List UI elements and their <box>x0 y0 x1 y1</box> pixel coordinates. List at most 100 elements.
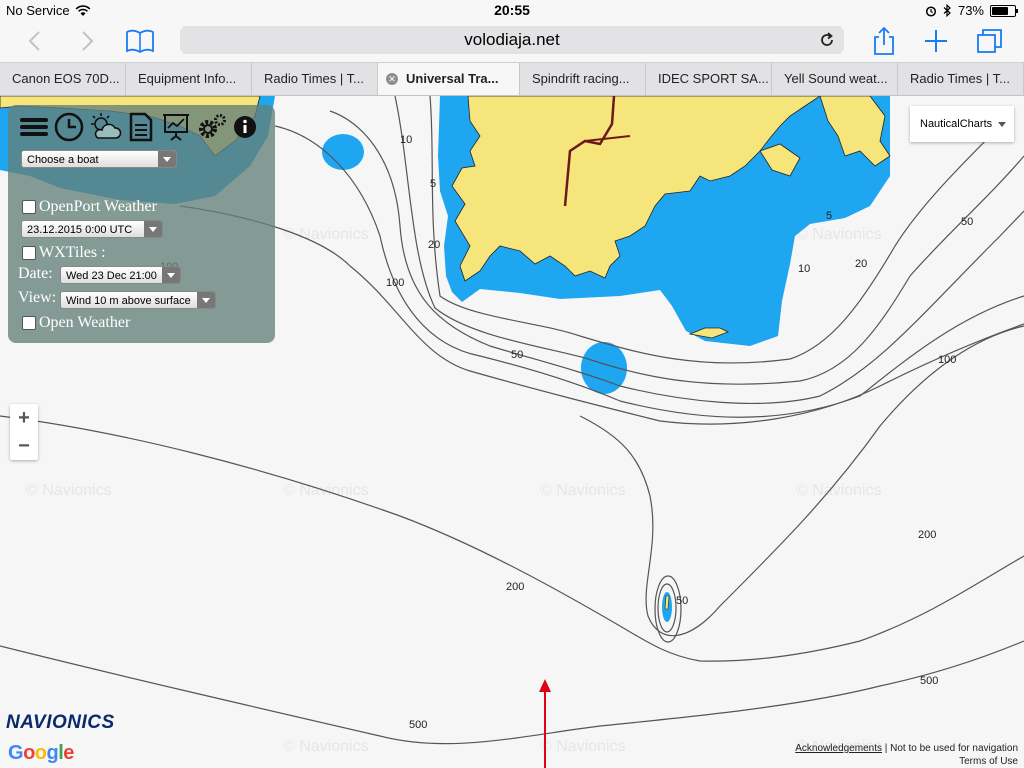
acknowledgements-link[interactable]: Acknowledgements <box>795 743 882 754</box>
contour-200-inner <box>579 325 1024 637</box>
menu-icon[interactable] <box>18 111 50 143</box>
google-logo-letter: o <box>23 742 35 764</box>
tab-label: Spindrift racing... <box>532 71 630 86</box>
view-select[interactable]: Wind 10 m above surface <box>60 291 216 309</box>
close-icon[interactable]: ✕ <box>386 73 398 85</box>
tab-bar: Canon EOS 70D... Equipment Info... Radio… <box>0 62 1024 96</box>
chevron-right-icon[interactable] <box>72 26 102 56</box>
depth-label: 200 <box>918 529 936 541</box>
chevron-down-icon <box>158 151 176 167</box>
battery-icon <box>990 4 1018 17</box>
wxtiles-checkbox[interactable]: WXTiles : <box>22 244 106 262</box>
google-logo-letter: g <box>46 742 59 764</box>
tab-label: Universal Tra... <box>406 71 499 86</box>
contour-500 <box>0 640 1024 745</box>
openport-date-value: 23.12.2015 0:00 UTC <box>27 224 133 236</box>
map-type-select[interactable]: NauticalCharts <box>910 106 1014 142</box>
gear-icon[interactable] <box>195 111 229 143</box>
zoom-out-button[interactable]: − <box>10 432 38 460</box>
chevron-down-icon <box>197 292 215 308</box>
panel-toolbar <box>18 111 258 143</box>
tab-equipment[interactable]: Equipment Info... <box>126 63 252 95</box>
document-icon[interactable] <box>125 111 157 143</box>
depth-label: 20 <box>855 258 867 270</box>
nautical-map[interactable]: © Navionics © Navionics © Navionics © Na… <box>0 96 1024 768</box>
checkbox-label: OpenPort Weather <box>39 198 157 215</box>
info-icon[interactable] <box>232 111 258 143</box>
tab-label: Canon EOS 70D... <box>12 71 120 86</box>
checkbox-box[interactable] <box>22 200 36 214</box>
battery-percent: 73% <box>957 3 984 18</box>
depth-label: 20 <box>428 239 440 251</box>
checkbox-label: Open Weather <box>39 314 131 331</box>
depth-label: 200 <box>506 581 524 593</box>
terms-of-use-link[interactable]: Terms of Use <box>795 755 1018 768</box>
tab-label: IDEC SPORT SA... <box>658 71 769 86</box>
status-bar: No Service 20:55 73% <box>0 0 1024 20</box>
weather-icon[interactable] <box>88 111 122 143</box>
depth-label: 500 <box>409 719 427 731</box>
chevron-left-icon[interactable] <box>20 26 50 56</box>
plus-icon[interactable] <box>920 26 952 56</box>
shallow-water-islet <box>322 134 364 170</box>
depth-label: 500 <box>920 675 938 687</box>
checkbox-box[interactable] <box>22 246 36 260</box>
tab-spindrift[interactable]: Spindrift racing... <box>520 63 646 95</box>
tab-radio-times-2[interactable]: Radio Times | T... <box>898 63 1024 95</box>
bluetooth-icon <box>943 4 951 17</box>
tab-yell-sound[interactable]: Yell Sound weat... <box>772 63 898 95</box>
depth-label: 100 <box>938 354 956 366</box>
open-weather-checkbox[interactable]: Open Weather <box>22 314 130 332</box>
boat-track-arrow-icon <box>539 679 551 692</box>
clock: 20:55 <box>494 2 530 18</box>
boat-select-value: Choose a boat <box>27 154 99 166</box>
url-text: volodiaja.net <box>464 30 560 49</box>
view-label: View: <box>18 289 57 306</box>
google-logo-letter: o <box>34 742 47 764</box>
depth-label: 100 <box>386 277 404 289</box>
tab-label: Equipment Info... <box>138 71 237 86</box>
date-select[interactable]: Wed 23 Dec 21:00 <box>60 266 181 284</box>
google-logo-text: Google <box>8 742 74 764</box>
depth-label: 50 <box>676 595 688 607</box>
tab-idec-sport[interactable]: IDEC SPORT SA... <box>646 63 772 95</box>
checkbox-label: WXTiles : <box>39 244 106 261</box>
tab-radio-times[interactable]: Radio Times | T... <box>252 63 378 95</box>
depth-label: 5 <box>826 210 832 222</box>
tab-universal-tracker[interactable]: ✕ Universal Tra... <box>378 63 520 95</box>
chevron-down-icon <box>162 267 180 283</box>
watermark: © Navionics <box>283 738 369 755</box>
view-select-value: Wind 10 m above surface <box>66 295 191 307</box>
date-label: Date: <box>18 265 53 282</box>
status-right: 73% <box>925 3 1018 18</box>
tab-label: Radio Times | T... <box>910 71 1010 86</box>
navionics-logo-text: NAVIONICS <box>6 712 115 733</box>
battery-fill <box>992 6 1008 15</box>
checkbox-box[interactable] <box>22 316 36 330</box>
date-select-value: Wed 23 Dec 21:00 <box>66 270 157 282</box>
browser-toolbar: volodiaja.net <box>0 20 1024 62</box>
google-logo-letter: G <box>8 742 24 764</box>
weather-panel: Choose a boat OpenPort Weather 23.12.201… <box>8 105 275 343</box>
presentation-chart-icon[interactable] <box>160 111 192 143</box>
land-seamount <box>664 595 670 610</box>
map-type-value: NauticalCharts <box>920 118 993 130</box>
tab-label: Radio Times | T... <box>264 71 364 86</box>
address-bar[interactable]: volodiaja.net <box>180 26 844 54</box>
tabs-icon[interactable] <box>974 26 1006 56</box>
book-icon[interactable] <box>124 26 156 56</box>
boat-select[interactable]: Choose a boat <box>21 150 177 168</box>
share-icon[interactable] <box>868 26 900 56</box>
watermark: © Navionics <box>540 482 626 499</box>
tab-canon[interactable]: Canon EOS 70D... <box>0 63 126 95</box>
reload-icon[interactable] <box>818 31 836 49</box>
watermark: © Navionics <box>26 482 112 499</box>
tab-label: Yell Sound weat... <box>784 71 888 86</box>
depth-label: 10 <box>798 263 810 275</box>
openport-date-select[interactable]: 23.12.2015 0:00 UTC <box>21 220 163 238</box>
alarm-icon <box>925 5 937 17</box>
clock-icon[interactable] <box>53 111 85 143</box>
zoom-controls: + − <box>10 404 38 460</box>
zoom-in-button[interactable]: + <box>10 404 38 432</box>
openport-weather-checkbox[interactable]: OpenPort Weather <box>22 198 157 216</box>
